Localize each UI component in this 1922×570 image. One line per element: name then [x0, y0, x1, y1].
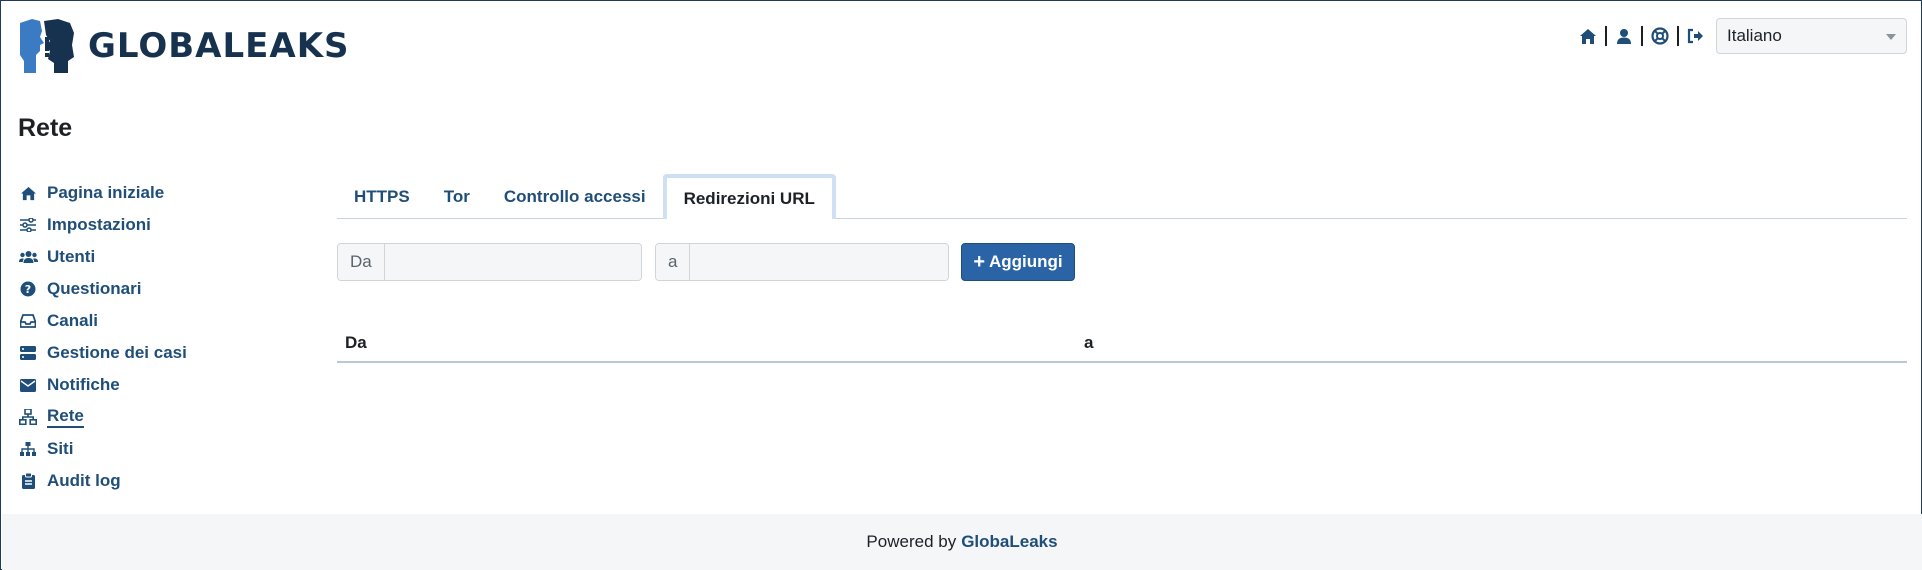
sidebar-item-label: Impostazioni — [47, 215, 151, 234]
sidebar-item-siti[interactable]: Siti — [18, 433, 258, 465]
sidebar-item-pagina-iniziale[interactable]: Pagina iniziale — [18, 177, 258, 209]
sidebar-item-canali[interactable]: Canali — [18, 305, 258, 337]
clipboard-icon — [18, 471, 38, 491]
redirect-to-input[interactable] — [690, 244, 948, 280]
chevron-down-icon — [1886, 34, 1896, 40]
footer: Powered by GlobaLeaks — [2, 514, 1922, 570]
server-icon — [18, 343, 38, 363]
language-selected: Italiano — [1727, 26, 1782, 45]
redirect-from-group: Da — [337, 243, 642, 281]
network-icon — [18, 407, 38, 427]
user-icon[interactable] — [1613, 25, 1635, 47]
svg-text:?: ? — [25, 283, 31, 296]
tab-tor[interactable]: Tor — [427, 176, 487, 218]
sidebar-item-utenti[interactable]: Utenti — [18, 241, 258, 273]
divider — [1605, 26, 1607, 46]
logo-text: GLOBALEAKS — [88, 26, 350, 66]
redirect-from-input[interactable] — [384, 244, 641, 280]
envelope-icon — [18, 375, 38, 395]
redirect-to-label: a — [656, 244, 691, 280]
redirects-table-header: Da a — [337, 325, 1907, 363]
add-redirect-button[interactable]: + Aggiungi — [961, 243, 1075, 281]
tab-https[interactable]: HTTPS — [337, 176, 427, 218]
inbox-icon — [18, 311, 38, 331]
sidebar-item-rete[interactable]: Rete — [18, 401, 258, 433]
sidebar-item-label: Utenti — [47, 247, 96, 266]
sitemap-icon — [18, 439, 38, 459]
footer-text: Powered by — [866, 532, 957, 551]
sidebar: Pagina iniziale Impostazioni Utenti ? Qu… — [18, 177, 258, 497]
footer-brand-link[interactable]: GlobaLeaks — [961, 532, 1057, 552]
sidebar-item-label: Questionari — [47, 279, 142, 298]
users-icon — [18, 247, 38, 267]
sidebar-item-label: Siti — [47, 439, 74, 458]
page-title: Rete — [18, 114, 73, 142]
logout-icon[interactable] — [1685, 25, 1707, 47]
sidebar-item-label: Gestione dei casi — [47, 343, 187, 362]
sidebar-item-questionari[interactable]: ? Questionari — [18, 273, 258, 305]
divider — [1677, 26, 1679, 46]
column-header-to: a — [1084, 333, 1094, 352]
sidebar-item-notifiche[interactable]: Notifiche — [18, 369, 258, 401]
sidebar-item-label: Pagina iniziale — [47, 183, 165, 202]
question-circle-icon: ? — [18, 279, 38, 299]
home-icon[interactable] — [1577, 25, 1599, 47]
tab-redirezioni-url[interactable]: Redirezioni URL — [662, 174, 836, 219]
sidebar-item-label: Canali — [47, 311, 99, 330]
globaleaks-logo[interactable]: GLOBALEAKS — [18, 17, 350, 75]
add-redirect-label: Aggiungi — [989, 252, 1063, 271]
divider — [1641, 26, 1643, 46]
home-icon — [18, 183, 38, 203]
plus-icon: + — [973, 250, 986, 273]
column-header-from: Da — [345, 333, 367, 352]
sidebar-item-label: Audit log — [47, 471, 121, 490]
redirect-from-label: Da — [338, 244, 385, 280]
sidebar-item-audit-log[interactable]: Audit log — [18, 465, 258, 497]
network-tabs: HTTPS Tor Controllo accessi Redirezioni … — [337, 174, 1907, 219]
header-actions — [1577, 23, 1707, 49]
sidebar-item-impostazioni[interactable]: Impostazioni — [18, 209, 258, 241]
sidebar-item-label: Rete — [47, 406, 84, 428]
redirect-to-group: a — [655, 243, 949, 281]
sliders-icon — [18, 215, 38, 235]
sidebar-item-gestione-dei-casi[interactable]: Gestione dei casi — [18, 337, 258, 369]
tab-controllo-accessi[interactable]: Controllo accessi — [487, 176, 663, 218]
sidebar-item-label: Notifiche — [47, 375, 120, 394]
language-select[interactable]: Italiano — [1716, 18, 1907, 54]
app-frame: GLOBALEAKS Italiano Rete Pagina iniziale… — [0, 0, 1922, 570]
logo-heads-icon — [20, 19, 74, 73]
help-icon[interactable] — [1649, 25, 1671, 47]
